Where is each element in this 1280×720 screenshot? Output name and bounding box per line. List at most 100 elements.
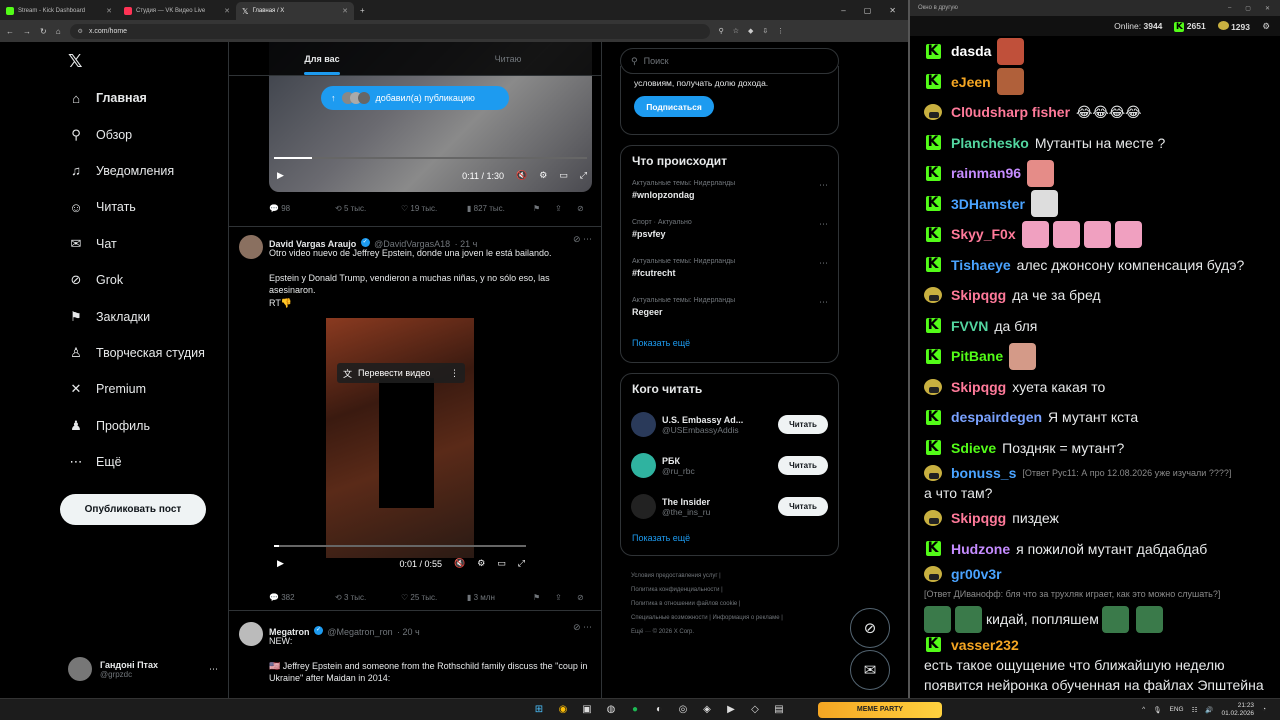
follow-suggestion[interactable]: РБК @ru_rbc Читать: [621, 445, 838, 486]
account-switcher[interactable]: Гандоні Птах @grpzdc ⋯: [68, 654, 218, 684]
views-action[interactable]: ▮ 3 млн: [467, 593, 533, 602]
new-posts-toast[interactable]: ↑ добавил(а) публикацию: [321, 86, 509, 110]
chat-username[interactable]: Planchesko: [951, 133, 1029, 153]
browser-tab-vk[interactable]: Студия — VK Видео Live ✕: [118, 2, 236, 20]
follow-suggestion[interactable]: The Insider @the_ins_ru Читать: [621, 486, 838, 527]
repost-action[interactable]: ⟲ 5 тыс.: [335, 204, 401, 213]
chat-username[interactable]: eJeen: [951, 72, 991, 92]
footer-link[interactable]: Политика конфиденциальности |: [631, 583, 839, 597]
nav-item-5[interactable]: ⊘ Grok: [60, 262, 230, 298]
trend-item[interactable]: Актуальные темы: Нидерланды Regeer ⋯: [621, 293, 838, 332]
close-icon[interactable]: ✕: [106, 7, 112, 15]
chat-username[interactable]: Cl0udsharp fisher: [951, 102, 1070, 122]
chat-username[interactable]: bonuss_s: [951, 463, 1016, 483]
views-action[interactable]: ▮ 827 тыс.: [467, 204, 533, 213]
reply-action[interactable]: 💬 382: [269, 593, 335, 602]
window-close-icon[interactable]: ✕: [1265, 5, 1270, 12]
chat-username[interactable]: Skyy_F0x: [951, 224, 1016, 244]
reload-icon[interactable]: ↻: [40, 27, 47, 36]
star-icon[interactable]: ☆: [733, 27, 739, 35]
tweet[interactable]: Megatron ✓ @Megatron_ron · 20 ч ⊘ ⋯ NEW:…: [229, 612, 601, 698]
more-icon[interactable]: ⋯: [819, 219, 828, 230]
mute-icon[interactable]: 🔇: [516, 170, 527, 181]
video-progress[interactable]: [274, 545, 526, 547]
chat-username[interactable]: PitBane: [951, 346, 1003, 366]
trend-item[interactable]: Актуальные темы: Нидерланды #wnlopzondag ⋯: [621, 176, 838, 215]
chat-username[interactable]: Skipqgg: [951, 377, 1006, 397]
show-more-trends[interactable]: Показать ещё: [621, 332, 838, 354]
chat-username[interactable]: gr00v3r: [951, 564, 1002, 584]
repost-action[interactable]: ⟲ 3 тыс.: [335, 593, 401, 602]
tab-following[interactable]: Читаю: [415, 42, 601, 75]
chrome-icon[interactable]: ◉: [554, 702, 572, 718]
bookmark-icon[interactable]: ⚑: [533, 593, 555, 602]
minimize-icon[interactable]: –: [1228, 5, 1231, 12]
nav-item-0[interactable]: ⌂ Главная: [60, 80, 230, 116]
menu-icon[interactable]: ⋮: [777, 27, 784, 35]
avatar[interactable]: [239, 235, 263, 259]
app-icon[interactable]: ◈: [698, 702, 716, 718]
footer-link[interactable]: Политика в отношении файлов cookie |: [631, 597, 839, 611]
minimize-icon[interactable]: –: [841, 6, 845, 15]
tab-for-you[interactable]: Для вас: [229, 42, 415, 75]
share-icon[interactable]: ⇪: [555, 593, 577, 602]
tweet[interactable]: David Vargas Araujo ✓ @DavidVargasA18 · …: [229, 227, 601, 611]
chat-username[interactable]: vasser232: [951, 635, 1019, 655]
pip-icon[interactable]: ▭: [559, 170, 568, 181]
obs-icon[interactable]: ◎: [674, 702, 692, 718]
chat-username[interactable]: Skipqgg: [951, 508, 1006, 528]
like-action[interactable]: ♡ 25 тыс.: [401, 593, 467, 602]
share-icon[interactable]: ⇪: [555, 204, 577, 213]
more-icon[interactable]: ⊘ ⋯: [573, 622, 592, 633]
settings-icon[interactable]: ⚙: [539, 170, 547, 181]
more-icon[interactable]: ⋮: [450, 368, 459, 379]
show-more-follow[interactable]: Показать ещё: [621, 527, 838, 549]
fullscreen-icon[interactable]: ⤢: [518, 558, 525, 569]
close-icon[interactable]: ✕: [342, 7, 348, 15]
footer-link[interactable]: Ещё ··· © 2026 X Corp.: [631, 625, 839, 639]
grok-icon[interactable]: ⊘: [577, 204, 589, 213]
play-icon[interactable]: ▶: [277, 558, 284, 569]
browser-tab-x[interactable]: 𝕏 Главная / X ✕: [236, 2, 354, 20]
start-icon[interactable]: ⊞: [530, 702, 548, 718]
chat-username[interactable]: 3DHamster: [951, 194, 1025, 214]
video-player[interactable]: 文 Перевести видео ⋮ ▶ 0:01 / 0:55 🔇 ⚙ ▭ …: [269, 318, 531, 580]
spotify-icon[interactable]: ●: [626, 702, 644, 718]
more-icon[interactable]: ⋯: [819, 180, 828, 191]
reply-action[interactable]: 💬 98: [269, 204, 335, 213]
new-tab-icon[interactable]: +: [360, 6, 365, 15]
mute-icon[interactable]: 🔇: [454, 558, 465, 569]
chat-username[interactable]: despairdegen: [951, 407, 1042, 427]
download-icon[interactable]: ⇩: [762, 27, 768, 35]
forward-icon[interactable]: →: [23, 27, 31, 36]
home-nav-icon[interactable]: ⌂: [56, 27, 61, 36]
subscribe-button[interactable]: Подписаться: [634, 96, 714, 117]
fullscreen-icon[interactable]: ⤢: [580, 170, 587, 181]
app-icon[interactable]: ◇: [746, 702, 764, 718]
nav-item-9[interactable]: ♟ Профиль: [60, 408, 230, 444]
nav-item-2[interactable]: ♫ Уведомления: [60, 153, 230, 189]
trend-item[interactable]: Спорт · Актуально #psvfey ⋯: [621, 215, 838, 254]
clock[interactable]: 21:23 01.02.2026: [1222, 702, 1255, 718]
mic-icon[interactable]: 🎙: [1153, 706, 1161, 714]
more-icon[interactable]: ⊘ ⋯: [573, 234, 592, 245]
settings-icon[interactable]: ⚙: [1262, 21, 1270, 32]
back-icon[interactable]: ←: [6, 27, 14, 36]
avatar[interactable]: [239, 622, 263, 646]
nav-item-8[interactable]: ✕ Premium: [60, 371, 230, 407]
maximize-icon[interactable]: ▢: [1245, 5, 1251, 12]
browser-tab-kick[interactable]: Stream - Kick Dashboard ✕: [0, 2, 118, 20]
like-action[interactable]: ♡ 19 тыс.: [401, 204, 467, 213]
close-icon[interactable]: ✕: [224, 7, 230, 15]
nav-item-7[interactable]: ♙ Творческая студия: [60, 335, 230, 371]
chat-username[interactable]: rainman96: [951, 163, 1021, 183]
chat-username[interactable]: Hudzone: [951, 539, 1010, 559]
language-indicator[interactable]: ENG: [1170, 706, 1184, 713]
nav-item-6[interactable]: ⚑ Закладки: [60, 298, 230, 334]
window-close-icon[interactable]: ✕: [889, 6, 896, 15]
maximize-icon[interactable]: ▢: [864, 6, 872, 15]
more-icon[interactable]: ⋯: [819, 297, 828, 308]
video-progress[interactable]: [274, 157, 587, 159]
more-icon[interactable]: ⋯: [819, 258, 828, 269]
tray-chevron-icon[interactable]: ^: [1142, 706, 1145, 713]
